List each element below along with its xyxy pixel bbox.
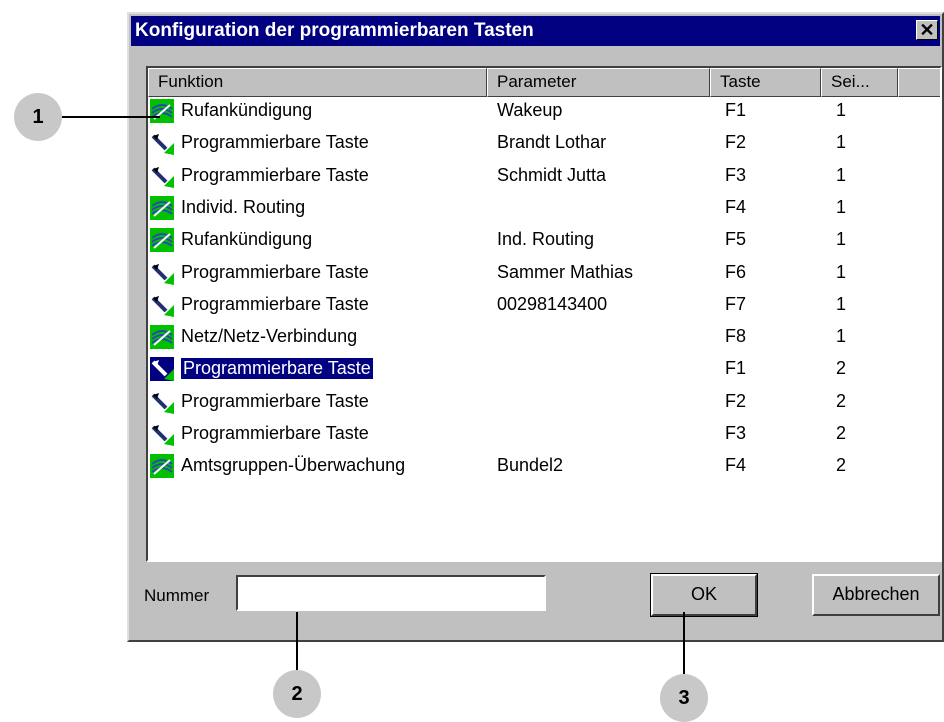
page-cell: 1 [836,100,847,120]
function-cell: Programmierbare Taste [181,390,369,411]
list-item[interactable]: Individ. Routing F4 1 [148,194,940,226]
list-item[interactable]: Programmierbare Taste Brandt Lothar F2 1 [148,129,940,161]
parameter-cell: 00298143400 [497,293,608,314]
key-cell: F5 [725,229,747,250]
function-cell: Netz/Netz-Verbindung [181,326,358,347]
network-icon [150,99,174,123]
column-header-taste[interactable]: Taste [710,68,821,97]
pen-key-icon [150,422,174,446]
callout-1-line [62,116,160,118]
dialog-window: Konfiguration der programmierbaren Taste… [127,12,944,642]
key-cell: F6 [725,261,747,282]
page-cell: 1 [836,261,847,282]
key-cell: F2 [725,390,747,411]
cancel-button[interactable]: Abbrechen [812,574,940,616]
function-cell: Rufankündigung [181,229,313,250]
network-icon [150,325,174,350]
function-cell: Programmierbare Taste [181,423,369,443]
list-item[interactable]: Amtsgruppen-Überwachung Bundel2 F4 2 [148,452,940,484]
list-item[interactable]: Programmierbare Taste Schmidt Jutta F3 1 [148,162,940,194]
network-icon [150,454,174,479]
key-cell: F1 [725,100,747,120]
pen-key-icon [150,260,174,285]
callout-2: 2 [273,670,321,718]
key-cell: F2 [725,132,747,153]
parameter-cell: Wakeup [497,100,563,120]
function-cell: Programmierbare Taste [181,293,369,314]
key-cell: F3 [725,423,747,443]
nummer-input[interactable] [236,575,546,611]
callout-1: 1 [14,93,62,141]
title-bar[interactable]: Konfiguration der programmierbaren Taste… [131,16,940,46]
parameter-cell: Schmidt Jutta [497,164,607,185]
page-cell: 1 [836,196,847,217]
key-cell: F8 [725,326,747,347]
key-cell: F4 [725,196,747,217]
pen-key-icon [150,292,174,317]
function-cell: Programmierbare Taste [181,132,369,153]
page-cell: 2 [836,358,847,379]
callout-3-line [683,612,685,674]
key-cell: F7 [725,293,747,314]
key-cell: F1 [725,358,747,379]
list-item[interactable]: Netz/Netz-Verbindung F8 1 [148,323,940,355]
page-cell: 2 [836,423,847,443]
function-cell: Programmierbare Taste [181,358,373,380]
pen-key-icon [150,357,174,382]
network-icon [150,195,174,220]
page-cell: 2 [836,390,847,411]
column-header-funktion[interactable]: Funktion [148,68,487,97]
function-cell: Individ. Routing [181,196,306,217]
list-item[interactable]: Programmierbare Taste 00298143400 F7 1 [148,291,940,323]
parameter-cell: Bundel2 [497,455,564,476]
parameter-cell: Ind. Routing [497,229,595,250]
pen-key-icon [150,131,174,156]
list-item[interactable]: Rufankündigung Wakeup F1 1 [148,97,940,129]
pen-key-icon [150,389,174,414]
page-cell: 2 [836,455,847,476]
column-header-parameter[interactable]: Parameter [487,68,710,97]
column-header-seite[interactable]: Sei... [821,68,898,97]
parameter-cell: Brandt Lothar [497,132,607,153]
key-cell: F3 [725,164,747,185]
key-list[interactable]: Funktion Parameter Taste Sei... Rufankün… [146,66,942,562]
list-item[interactable]: Rufankündigung Ind. Routing F5 1 [148,226,940,258]
function-cell: Programmierbare Taste [181,261,369,282]
function-cell: Programmierbare Taste [181,164,369,185]
page-cell: 1 [836,326,847,347]
key-cell: F4 [725,455,747,476]
callout-2-line [296,612,298,670]
function-cell: Rufankündigung [181,100,313,120]
function-cell: Amtsgruppen-Überwachung [181,455,406,476]
dialog-title: Konfiguration der programmierbaren Taste… [135,20,534,41]
list-item[interactable]: Programmierbare Taste Sammer Mathias F6 1 [148,259,940,291]
column-header-filler [898,68,940,97]
nummer-label: Nummer [144,586,210,605]
network-icon [150,228,174,253]
close-button[interactable]: ✕ [916,20,938,40]
list-item[interactable]: Programmierbare Taste F3 2 [148,420,940,452]
list-item[interactable]: Programmierbare Taste F1 2 [148,355,940,387]
page-cell: 1 [836,132,847,153]
ok-button[interactable]: OK [650,573,758,617]
pen-key-icon [150,163,174,188]
page-cell: 1 [836,164,847,185]
callout-3: 3 [660,674,708,722]
list-item[interactable]: Programmierbare Taste F2 2 [148,388,940,420]
page-cell: 1 [836,229,847,250]
page-cell: 1 [836,293,847,314]
parameter-cell: Sammer Mathias [497,261,634,282]
